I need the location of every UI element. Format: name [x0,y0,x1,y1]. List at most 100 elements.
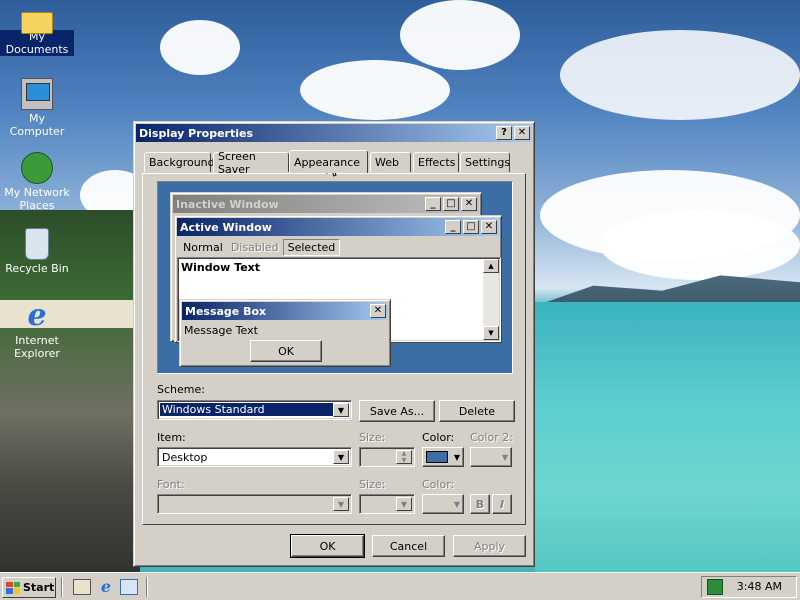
apply-button: Apply [453,535,526,557]
font-size-label: Size: [359,478,386,491]
chevron-down-icon: ▼ [396,497,412,511]
preview-menu-selected: Selected [282,238,341,256]
windows-logo-icon [6,581,20,594]
preview-msgbox-ok-button: OK [250,340,322,362]
taskbar-separator [61,577,63,597]
desktop-icon-my-computer[interactable]: My Computer [0,78,74,138]
chevron-down-icon: ▼ [453,499,460,509]
item-color2-button: ▼ [470,447,512,467]
tab-background[interactable]: Background [144,152,215,172]
preview-msgbox-text: Message Text [184,324,258,337]
font-color-button: ▼ [422,494,464,514]
tab-effects[interactable]: Effects [413,152,459,172]
preview-menu-bar: Normal Disabled Selected [179,238,341,256]
preview-inactive-title-bar: Inactive Window _ □ ✕ [173,195,479,213]
tab-strip: Background Screen Saver Appearance Web E… [144,150,524,176]
appearance-preview[interactable]: Inactive Window _ □ ✕ Active Window _ □ … [157,181,513,374]
preview-message-box: Message Box ✕ Message Text OK [179,299,391,367]
clock[interactable]: 3:48 AM [737,580,782,593]
item-label: Item: [157,431,186,444]
help-button[interactable]: ? [496,126,512,140]
font-color-label: Color: [422,478,455,491]
computer-icon [21,78,53,110]
chevron-down-icon[interactable]: ▼ [333,403,349,417]
start-button[interactable]: Start [2,577,56,598]
desktop-icon-my-documents[interactable]: My Documents [0,6,74,56]
item-color-button[interactable]: ▼ [422,447,464,467]
desktop-icon-label: My Computer [9,112,65,138]
chevron-down-icon: ▼ [333,497,349,511]
tab-screen-saver[interactable]: Screen Saver [213,150,289,176]
desktop-icon-label: Internet [15,334,59,347]
recycle-bin-icon [25,228,49,260]
preview-msgbox-title-bar: Message Box ✕ [182,302,388,320]
taskbar: Start e 3:48 AM [0,572,800,600]
outlook-express-icon[interactable] [120,579,138,595]
preview-scrollbar: ▲ ▼ [483,259,499,340]
chevron-down-icon: ▼ [453,452,460,462]
save-as-button[interactable]: Save As... [359,400,435,422]
font-size-dropdown: ▼ [359,494,415,514]
desktop-icon-label: Recycle Bin [5,262,69,275]
window-title: Display Properties [139,126,254,140]
network-tray-icon[interactable] [707,579,723,595]
appearance-panel: Inactive Window _ □ ✕ Active Window _ □ … [142,173,526,525]
close-icon: ✕ [481,220,497,234]
maximize-icon: □ [463,220,479,234]
taskbar-separator [146,577,148,597]
desktop-icon-network-places[interactable]: My Network Places [0,152,74,212]
minimize-icon: _ [445,220,461,234]
preview-menu-normal: Normal [183,240,223,254]
preview-menu-disabled: Disabled [230,240,279,254]
scheme-value: Windows Standard [160,403,333,416]
font-label: Font: [157,478,185,491]
close-button[interactable]: ✕ [514,126,530,140]
system-tray: 3:48 AM [701,576,797,598]
tab-web[interactable]: Web [370,152,411,172]
display-properties-window: Display Properties ? ✕ Background Screen… [133,121,535,567]
desktop-icon-internet-explorer[interactable]: e Internet Explorer [0,298,74,361]
desktop-icon-label: Places [19,199,55,212]
preview-msgbox-title: Message Box [185,304,267,318]
italic-button: I [492,494,512,514]
delete-button[interactable]: Delete [439,400,515,422]
desktop-icon-label: Explorer [14,347,60,360]
scheme-label: Scheme: [157,383,205,396]
item-size-spinner: ▲ ▼ [359,447,415,467]
item-dropdown[interactable]: Desktop ▼ [157,447,352,467]
item-value: Desktop [162,451,208,464]
folder-icon [21,12,53,34]
bold-button: B [470,494,490,514]
close-icon: ✕ [370,304,386,318]
cancel-button[interactable]: Cancel [372,535,445,557]
scroll-down-icon: ▼ [483,326,499,340]
preview-active-title-bar: Active Window _ □ ✕ [177,218,499,236]
tab-appearance[interactable]: Appearance [289,150,368,173]
preview-inactive-title: Inactive Window [176,197,279,211]
spinner-arrows-icon: ▲ ▼ [396,450,412,464]
preview-active-title: Active Window [180,220,272,234]
item-color-label: Color: [422,431,455,444]
scheme-dropdown[interactable]: Windows Standard ▼ [157,400,352,420]
color-swatch [426,451,448,463]
start-label: Start [23,581,55,594]
show-desktop-icon[interactable] [73,579,91,595]
preview-window-text: Window Text [181,261,261,274]
internet-explorer-icon: e [27,298,47,333]
ok-button[interactable]: OK [290,534,365,558]
tab-settings[interactable]: Settings [460,152,510,172]
chevron-down-icon[interactable]: ▼ [333,450,349,464]
desktop-icon-recycle-bin[interactable]: Recycle Bin [0,228,74,275]
minimize-icon: _ [425,197,441,211]
chevron-down-icon: ▼ [501,452,508,462]
internet-explorer-icon[interactable]: e [97,579,115,595]
desktop-icon-label: My Network [4,186,70,199]
network-places-icon [21,152,53,184]
item-color2-label: Color 2: [470,431,513,444]
title-bar[interactable]: Display Properties ? ✕ [136,124,532,142]
close-icon: ✕ [461,197,477,211]
font-dropdown: ▼ [157,494,352,514]
maximize-icon: □ [443,197,459,211]
item-size-label: Size: [359,431,386,444]
scroll-up-icon: ▲ [483,259,499,273]
